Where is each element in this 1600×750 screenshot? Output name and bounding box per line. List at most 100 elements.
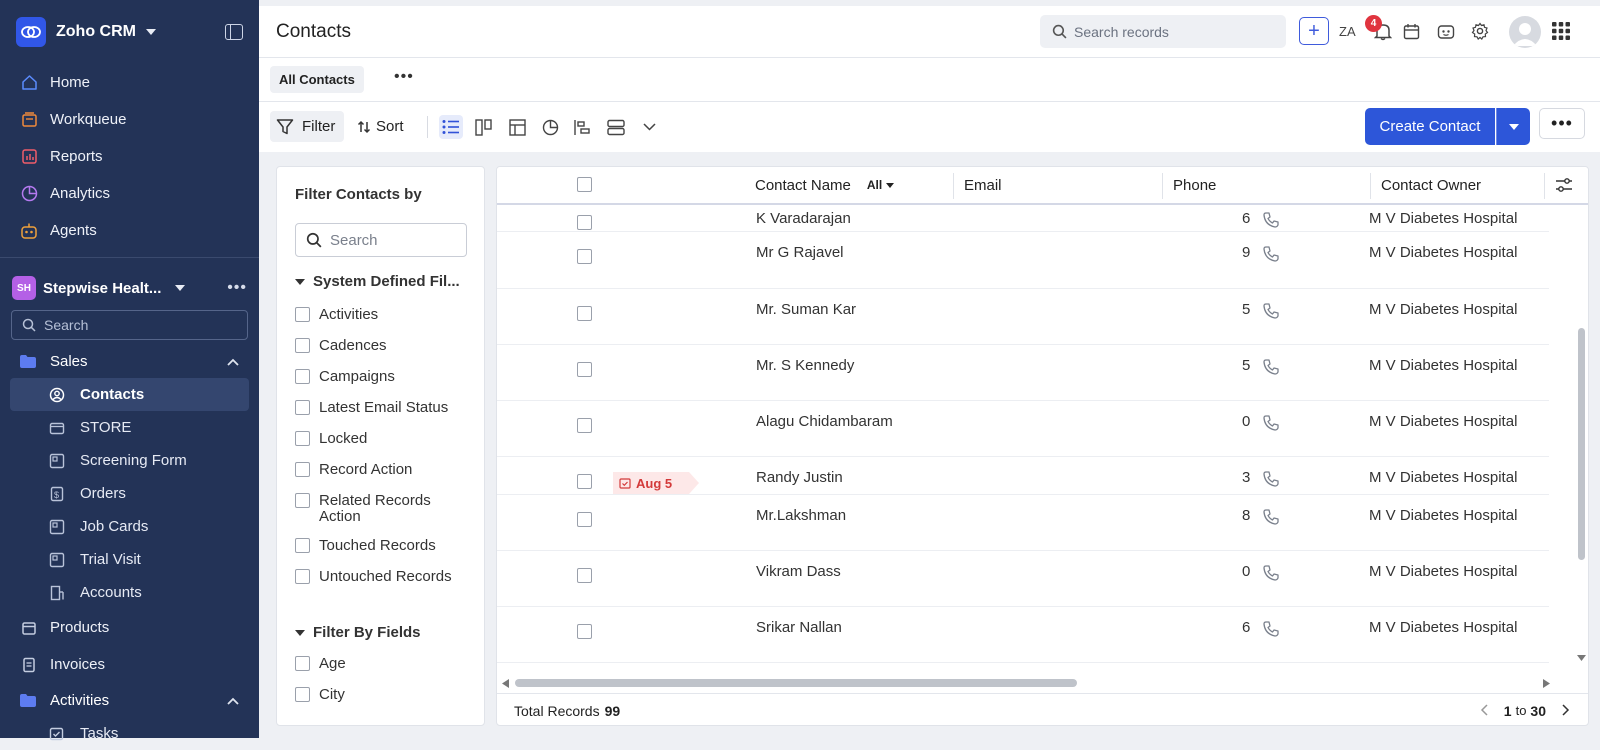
timeline-view-icon[interactable]: [570, 115, 594, 139]
vertical-scroll-thumb[interactable]: [1578, 328, 1585, 560]
filter-option-related-records-action[interactable]: Related Records Action: [295, 493, 455, 525]
tab-all-contacts[interactable]: All Contacts: [270, 66, 364, 93]
sidebar-item-store[interactable]: STORE: [0, 411, 259, 444]
column-resize-handle[interactable]: [1370, 173, 1371, 199]
horizontal-scrollbar[interactable]: [502, 677, 1555, 689]
filter-checkbox[interactable]: [295, 338, 310, 353]
gear-icon[interactable]: [1469, 20, 1491, 42]
sheet-view-icon[interactable]: [604, 115, 628, 139]
sidebar-group-sales[interactable]: Sales: [0, 344, 259, 378]
filter-checkbox[interactable]: [295, 687, 310, 702]
table-row[interactable]: Srikar Nallan 6 M V Diabetes Hospital: [497, 607, 1549, 663]
filter-option-untouched-records[interactable]: Untouched Records: [295, 569, 455, 585]
create-options-dropdown[interactable]: [1496, 108, 1530, 145]
translate-icon[interactable]: ZA: [1338, 20, 1360, 42]
filter-checkbox[interactable]: [295, 538, 310, 553]
sidebar-item-screening-form[interactable]: Screening Form: [0, 444, 259, 477]
phone-icon[interactable]: [1262, 211, 1280, 233]
scroll-down-icon[interactable]: [1577, 655, 1586, 661]
chart-view-icon[interactable]: [538, 115, 562, 139]
table-row[interactable]: Mr. S Kennedy 5 M V Diabetes Hospital: [497, 345, 1549, 401]
more-views-icon[interactable]: •••: [394, 68, 414, 86]
contact-name-cell[interactable]: Mr G Rajavel: [756, 244, 844, 261]
sidebar-search-input[interactable]: Search: [11, 310, 248, 340]
filter-option-city[interactable]: City: [295, 687, 345, 703]
phone-icon[interactable]: [1262, 302, 1280, 324]
contact-name-cell[interactable]: Mr.Lakshman: [756, 507, 846, 524]
column-phone[interactable]: Phone: [1173, 167, 1216, 203]
phone-icon[interactable]: [1262, 358, 1280, 380]
phone-icon[interactable]: [1262, 414, 1280, 436]
contact-name-cell[interactable]: Alagu Chidambaram: [756, 413, 893, 430]
table-row[interactable]: Mr G Rajavel 9 M V Diabetes Hospital: [497, 232, 1549, 289]
sidebar-item-job-cards[interactable]: Job Cards: [0, 510, 259, 543]
filter-checkbox[interactable]: [295, 493, 310, 508]
filter-option-locked[interactable]: Locked: [295, 431, 455, 447]
table-row[interactable]: Aug 5 Randy Justin 3 M V Diabetes Hospital: [497, 457, 1549, 495]
phone-icon[interactable]: [1262, 620, 1280, 642]
chevron-up-icon[interactable]: [227, 353, 239, 370]
vertical-scrollbar[interactable]: [1577, 207, 1586, 667]
row-checkbox[interactable]: [577, 362, 592, 377]
user-avatar[interactable]: [1509, 16, 1541, 48]
row-checkbox[interactable]: [577, 418, 592, 433]
column-contact-owner[interactable]: Contact Owner: [1381, 167, 1481, 203]
filter-checkbox[interactable]: [295, 462, 310, 477]
chevron-down-icon[interactable]: [175, 285, 186, 291]
quick-create-button[interactable]: +: [1299, 17, 1329, 45]
filter-checkbox[interactable]: [295, 400, 310, 415]
pager-next-icon[interactable]: [1562, 703, 1570, 719]
sidebar-item-accounts[interactable]: Accounts: [0, 576, 259, 609]
sidebar-item-orders[interactable]: $ Orders: [0, 477, 259, 510]
contact-name-cell[interactable]: Mr. S Kennedy: [756, 357, 854, 374]
kanban-view-icon[interactable]: [472, 115, 496, 139]
filter-option-campaigns[interactable]: Campaigns: [295, 369, 455, 385]
contact-name-cell[interactable]: Mr. Suman Kar: [756, 301, 856, 318]
column-contact-name[interactable]: Contact Name All: [755, 167, 895, 203]
select-all-checkbox[interactable]: [577, 177, 592, 192]
filter-option-activities[interactable]: Activities: [295, 307, 455, 323]
sidebar-item-tasks[interactable]: Tasks: [0, 717, 259, 750]
apps-grid-icon[interactable]: [1550, 20, 1572, 42]
filter-checkbox[interactable]: [295, 431, 310, 446]
column-settings-icon[interactable]: [1555, 177, 1573, 198]
row-checkbox[interactable]: [577, 249, 592, 264]
filter-checkbox[interactable]: [295, 369, 310, 384]
table-row[interactable]: Alagu Chidambaram 0 M V Diabetes Hospital: [497, 401, 1549, 457]
sidebar-item-contacts[interactable]: Contacts: [10, 378, 249, 411]
sidebar-item-trial-visit[interactable]: Trial Visit: [0, 543, 259, 576]
row-checkbox[interactable]: [577, 568, 592, 583]
scroll-right-icon[interactable]: [1543, 679, 1550, 688]
row-checkbox[interactable]: [577, 512, 592, 527]
filter-search-input[interactable]: Search: [295, 223, 467, 257]
due-date-tag[interactable]: Aug 5: [613, 472, 699, 494]
global-search-input[interactable]: Search records: [1040, 15, 1286, 48]
filter-checkbox[interactable]: [295, 656, 310, 671]
table-row[interactable]: Mr. Suman Kar 5 M V Diabetes Hospital: [497, 289, 1549, 345]
workspace-switcher[interactable]: SH Stepwise Healt... •••: [0, 266, 259, 310]
list-view-icon[interactable]: [439, 115, 463, 139]
sidebar-item-home[interactable]: Home: [0, 64, 259, 101]
filter-button[interactable]: Filter: [270, 111, 344, 142]
column-resize-handle[interactable]: [1544, 173, 1545, 199]
column-resize-handle[interactable]: [953, 173, 954, 199]
column-email[interactable]: Email: [964, 167, 1002, 203]
scroll-left-icon[interactable]: [502, 679, 509, 688]
contact-name-cell[interactable]: Randy Justin: [756, 469, 843, 486]
row-checkbox[interactable]: [577, 306, 592, 321]
filter-option-age[interactable]: Age: [295, 656, 346, 672]
field-filters-section-toggle[interactable]: Filter By Fields: [295, 624, 421, 641]
filter-checkbox[interactable]: [295, 569, 310, 584]
name-filter-dropdown[interactable]: All: [867, 178, 882, 192]
filter-option-touched-records[interactable]: Touched Records: [295, 538, 455, 554]
chevron-up-icon[interactable]: [227, 692, 239, 709]
calendar-icon[interactable]: [1400, 20, 1422, 42]
sidebar-item-products[interactable]: Products: [0, 609, 259, 646]
contact-name-cell[interactable]: Vikram Dass: [756, 563, 841, 580]
sidebar-item-workqueue[interactable]: Workqueue: [0, 101, 259, 138]
sidebar-item-analytics[interactable]: Analytics: [0, 175, 259, 212]
create-contact-button[interactable]: Create Contact: [1365, 108, 1495, 145]
filter-option-latest-email-status[interactable]: Latest Email Status: [295, 400, 455, 416]
row-checkbox[interactable]: [577, 474, 592, 489]
phone-icon[interactable]: [1262, 470, 1280, 492]
